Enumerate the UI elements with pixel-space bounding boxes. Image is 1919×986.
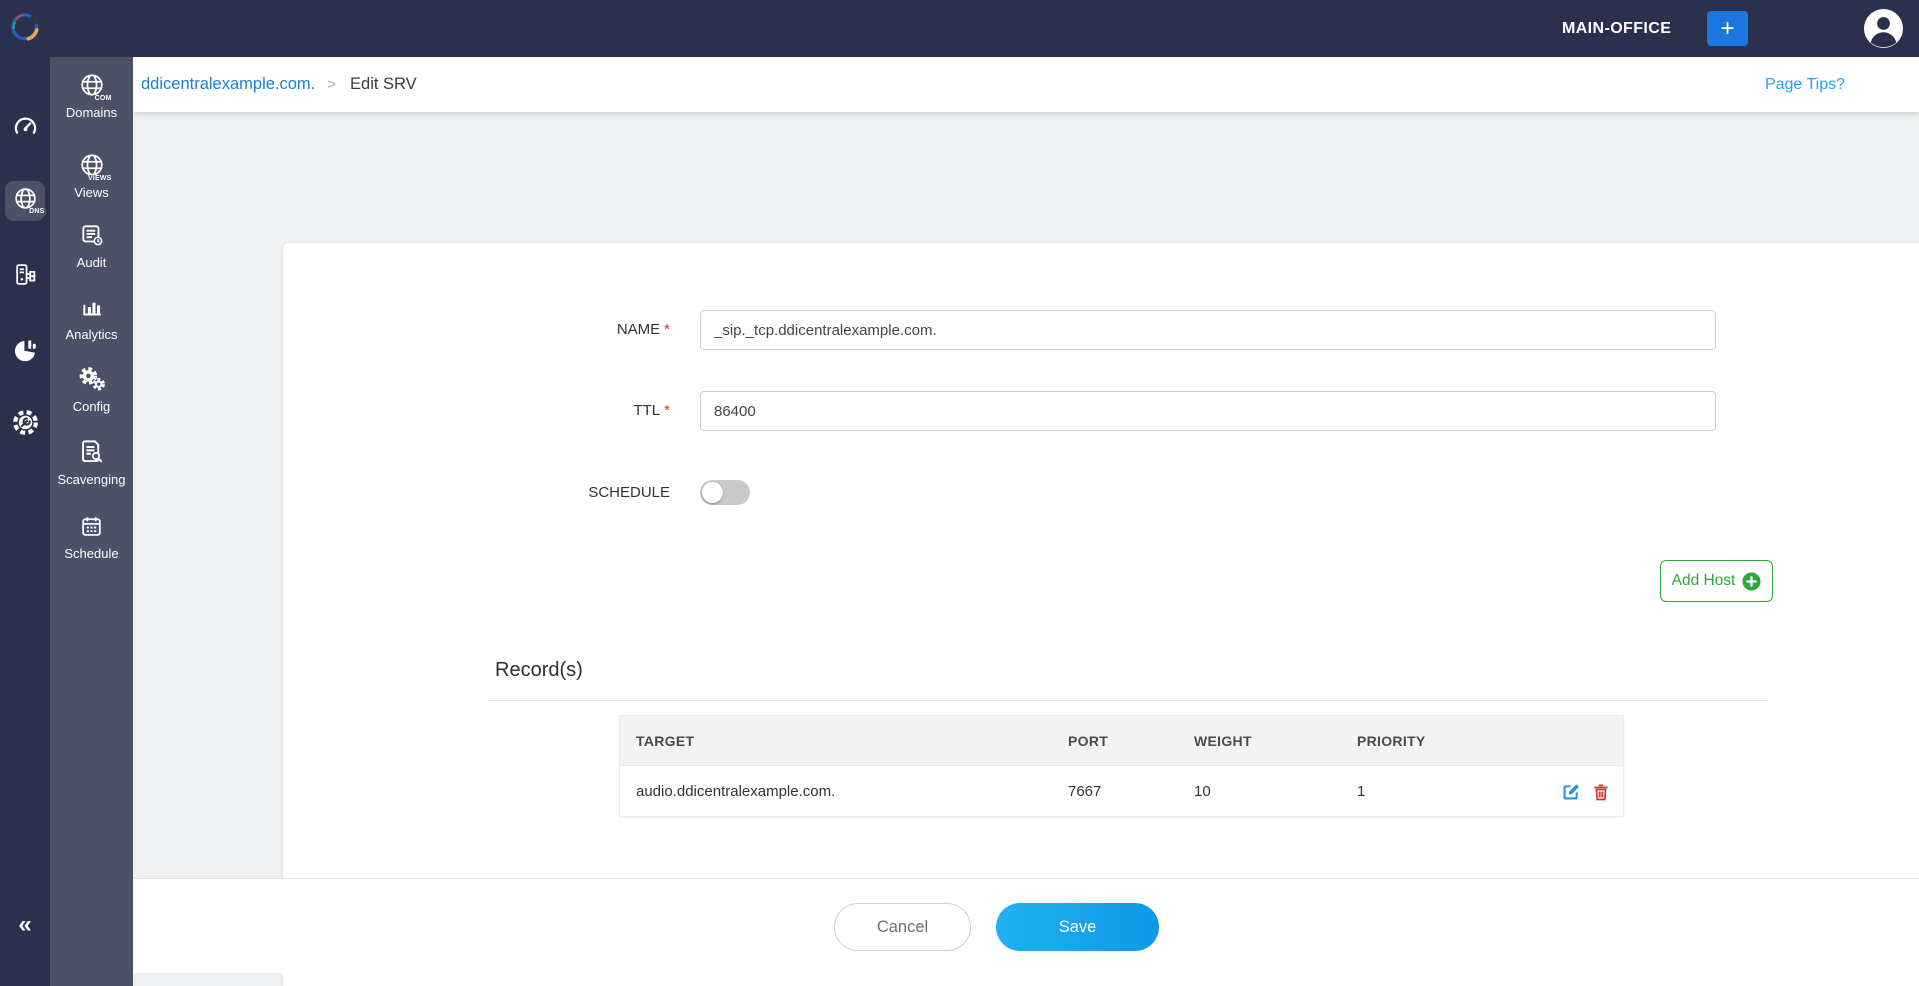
reports-icon[interactable] xyxy=(0,337,50,364)
col-priority: PRIORITY xyxy=(1357,732,1426,749)
add-host-button[interactable]: Add Host xyxy=(1660,560,1773,602)
site-label: MAIN-OFFICE xyxy=(1562,20,1672,37)
user-avatar[interactable] xyxy=(1864,9,1903,48)
breadcrumb-bar: ddicentralexample.com. > Edit SRV Page T… xyxy=(133,57,1919,112)
audit-icon xyxy=(79,225,105,252)
cell-port: 7667 xyxy=(1068,782,1102,800)
ttl-input[interactable] xyxy=(700,391,1716,431)
records-heading: Record(s) xyxy=(495,659,583,681)
sidebar-item-config[interactable]: Config xyxy=(50,365,133,414)
dns-nav-active[interactable]: DNS xyxy=(5,181,46,221)
sidebar-item-label: Analytics xyxy=(65,327,118,342)
sidebar-item-label: Domains xyxy=(65,105,118,120)
sidebar-item-label: Config xyxy=(72,399,111,414)
sidebar-item-audit[interactable]: Audit xyxy=(50,222,133,270)
top-bar: MAIN-OFFICE + xyxy=(0,0,1919,57)
dns-globe-icon: DNS xyxy=(13,186,46,216)
icon-rail: DNS « xyxy=(0,0,50,986)
breadcrumb-separator: > xyxy=(327,76,337,93)
records-table: TARGET PORT WEIGHT PRIORITY audio.ddicen… xyxy=(619,715,1624,817)
app-logo-icon xyxy=(8,10,42,49)
sidebar-item-label: Views xyxy=(74,185,109,200)
cell-priority: 1 xyxy=(1357,782,1366,800)
required-marker: * xyxy=(664,402,670,419)
sidebar-item-label: Audit xyxy=(76,255,107,270)
cancel-button[interactable]: Cancel xyxy=(834,903,971,951)
schedule-calendar-icon xyxy=(79,517,104,543)
name-input[interactable] xyxy=(700,310,1716,350)
required-marker: * xyxy=(664,321,670,338)
breadcrumb-domain-link[interactable]: ddicentralexample.com. xyxy=(141,75,315,94)
sidebar-item-label: Scavenging xyxy=(57,472,126,487)
save-button[interactable]: Save xyxy=(996,903,1159,951)
table-row: audio.ddicentralexample.com. 7667 10 1 xyxy=(620,765,1623,816)
schedule-label: SCHEDULE xyxy=(588,484,670,501)
cell-target: audio.ddicentralexample.com. xyxy=(636,782,836,800)
edit-record-icon[interactable] xyxy=(1561,782,1581,802)
footer-action-bar: Cancel Save xyxy=(133,878,1919,973)
dashboard-icon[interactable] xyxy=(0,113,50,140)
admin-settings-icon[interactable] xyxy=(0,408,50,437)
plus-circle-icon xyxy=(1742,571,1761,591)
edit-srv-form-card: NAME* TTL* SCHEDULE Add Host xyxy=(283,243,1919,986)
sidebar-item-views[interactable]: VIEWS Views xyxy=(50,152,133,200)
user-icon xyxy=(1864,9,1903,48)
scavenging-icon xyxy=(78,440,105,469)
analytics-icon xyxy=(79,302,105,324)
name-label: NAME * xyxy=(616,321,670,338)
records-divider xyxy=(488,700,1768,701)
collapse-sidebar-icon[interactable]: « xyxy=(0,905,50,945)
page-background: NAME* TTL* SCHEDULE Add Host xyxy=(133,112,1919,986)
page-title: Edit SRV xyxy=(350,75,417,93)
config-gears-icon xyxy=(77,367,106,396)
add-button[interactable]: + xyxy=(1707,11,1748,46)
add-host-label: Add Host xyxy=(1671,572,1736,589)
col-target: TARGET xyxy=(636,732,695,749)
sidebar-item-schedule[interactable]: Schedule xyxy=(50,514,133,561)
views-globe-icon: VIEWS xyxy=(79,152,113,183)
col-port: PORT xyxy=(1068,732,1109,749)
sidebar-item-domains[interactable]: COM Domains xyxy=(50,72,133,120)
records-table-header: TARGET PORT WEIGHT PRIORITY xyxy=(620,716,1623,765)
col-weight: WEIGHT xyxy=(1194,732,1252,749)
ttl-label: TTL * xyxy=(633,402,670,419)
toggle-knob xyxy=(702,482,723,503)
app-root: MAIN-OFFICE + DNS « COM Domains VIEWS Vi… xyxy=(0,0,1919,986)
views-tag: VIEWS xyxy=(86,175,113,182)
row-actions xyxy=(1561,766,1611,817)
sidebar-item-label: Schedule xyxy=(64,546,119,561)
delete-record-icon[interactable] xyxy=(1591,782,1611,802)
sidebar-item-analytics[interactable]: Analytics xyxy=(50,294,133,342)
page-tips-link[interactable]: Page Tips? xyxy=(1765,76,1845,94)
domains-globe-icon: COM xyxy=(79,72,113,103)
ipam-icon[interactable] xyxy=(0,262,50,287)
schedule-toggle[interactable] xyxy=(700,480,750,505)
cell-weight: 10 xyxy=(1194,782,1211,800)
sidebar-item-scavenging[interactable]: Scavenging xyxy=(50,438,133,487)
sidebar: COM Domains VIEWS Views Audit Analytics … xyxy=(50,57,133,986)
dns-tag: DNS xyxy=(28,208,46,215)
domains-tag: COM xyxy=(93,95,113,102)
